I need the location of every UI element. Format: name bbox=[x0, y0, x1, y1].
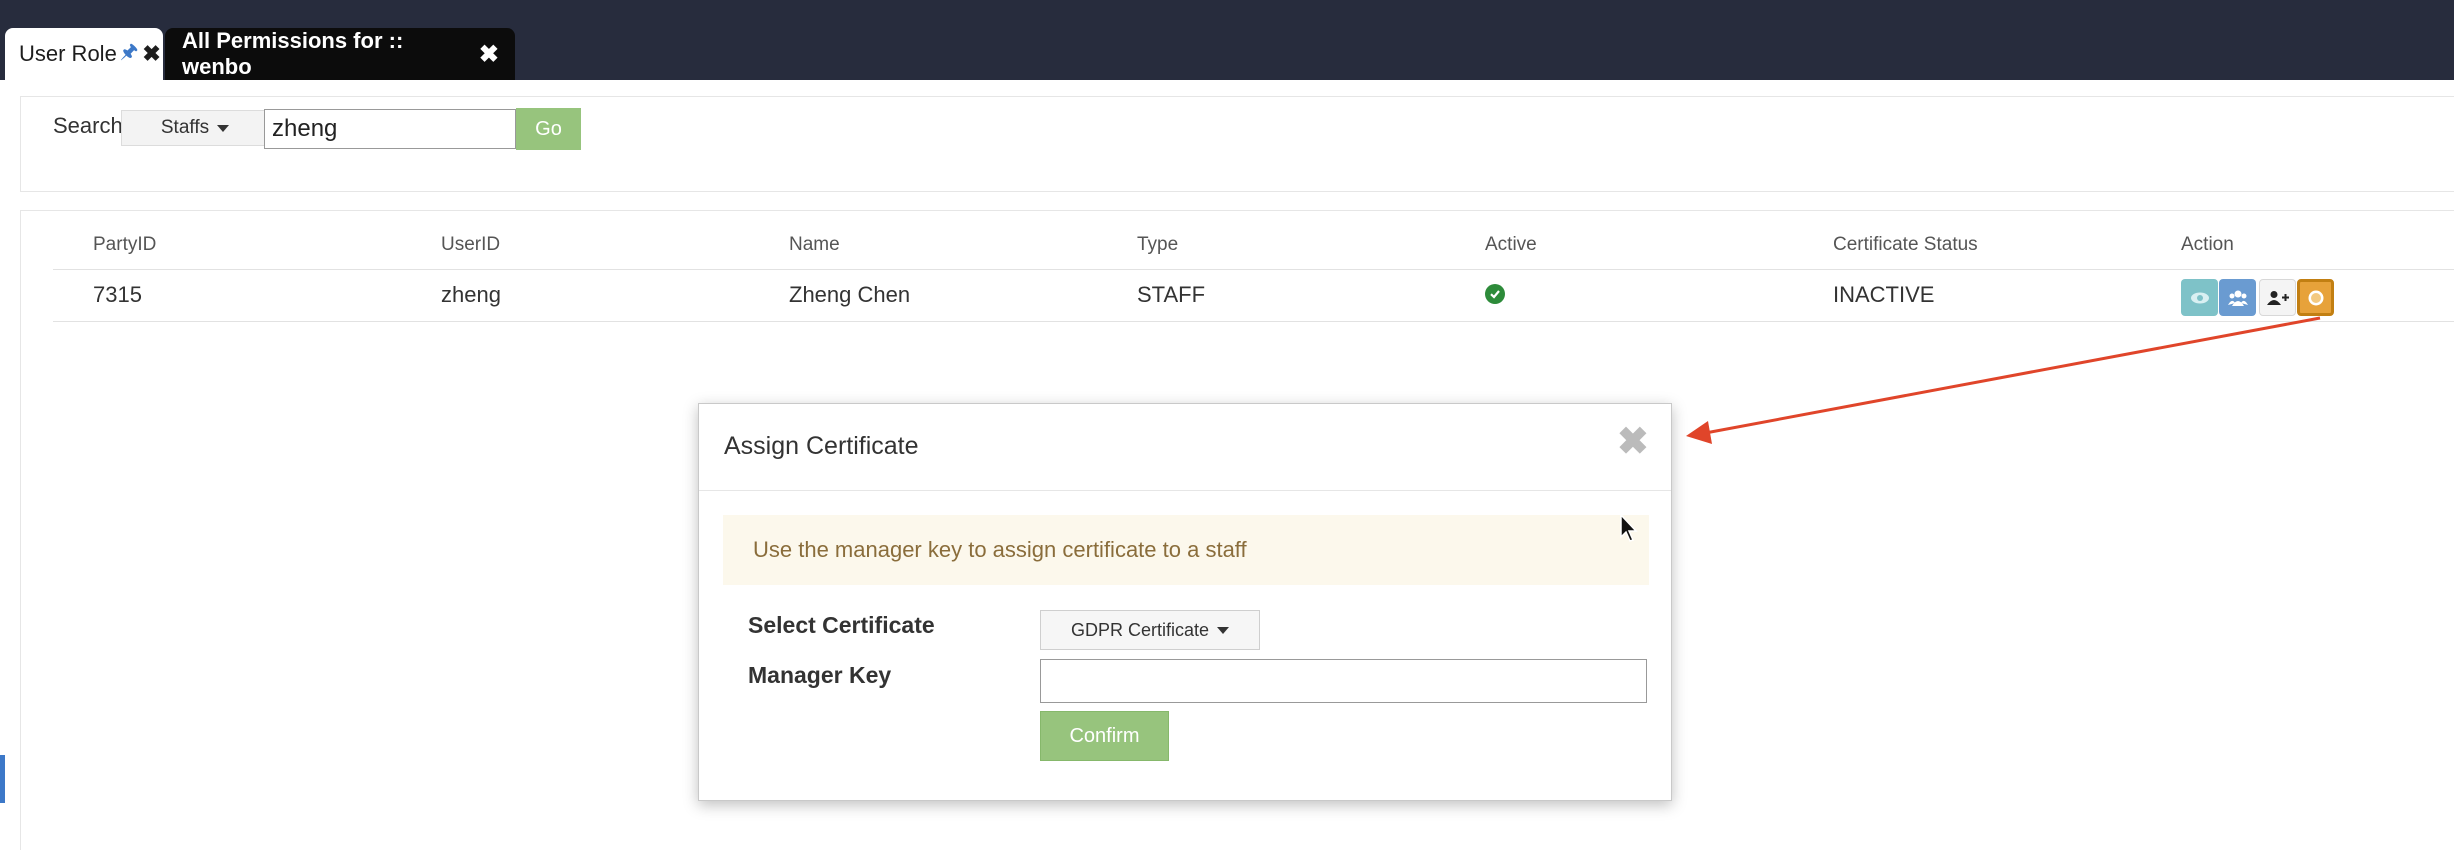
info-alert: Use the manager key to assign certificat… bbox=[723, 515, 1649, 585]
tab-label: All Permissions for :: wenbo bbox=[182, 28, 404, 79]
column-header-action: Action bbox=[2181, 234, 2234, 255]
cell-user-id: zheng bbox=[441, 282, 501, 307]
manager-key-input[interactable] bbox=[1040, 659, 1647, 703]
assign-certificate-button[interactable] bbox=[2297, 279, 2334, 316]
column-header-type[interactable]: Type bbox=[1137, 234, 1178, 256]
active-check-icon bbox=[1485, 284, 1505, 304]
left-edge-indicator bbox=[0, 755, 5, 803]
cell-certificate-status: INACTIVE bbox=[1833, 282, 1935, 307]
alert-text: Use the manager key to assign certificat… bbox=[753, 537, 1247, 562]
close-tab-icon[interactable]: ✖ bbox=[479, 40, 499, 69]
cell-party-id: 7315 bbox=[93, 282, 142, 307]
search-label: Search bbox=[53, 113, 123, 138]
column-header-certificate-status[interactable]: Certificate Status bbox=[1833, 234, 1978, 256]
roles-button[interactable] bbox=[2219, 279, 2256, 316]
row-divider bbox=[53, 321, 2454, 322]
header-divider bbox=[53, 269, 2454, 270]
tab-user-role[interactable]: User Role 🖈 ✖ bbox=[5, 28, 163, 80]
manager-key-label: Manager Key bbox=[748, 662, 892, 688]
search-input[interactable] bbox=[264, 109, 516, 149]
search-panel: Search Staffs Go bbox=[20, 96, 2454, 192]
assign-certificate-dialog: Assign Certificate ✖ Use the manager key… bbox=[698, 403, 1672, 801]
mouse-cursor-icon bbox=[1620, 513, 1638, 542]
eye-icon bbox=[2190, 292, 2209, 303]
certificate-dropdown-value: GDPR Certificate bbox=[1070, 619, 1210, 640]
select-certificate-label: Select Certificate bbox=[748, 612, 935, 638]
caret-down-icon bbox=[1217, 626, 1230, 634]
column-header-partyid[interactable]: PartyID bbox=[93, 234, 156, 256]
tab-all-permissions[interactable]: All Permissions for :: wenbo ✖ bbox=[165, 28, 515, 80]
go-button[interactable]: Go bbox=[516, 108, 581, 150]
certificate-dropdown[interactable]: GDPR Certificate bbox=[1040, 610, 1260, 650]
add-user-icon bbox=[2266, 290, 2289, 305]
cell-name: Zheng Chen bbox=[789, 282, 911, 307]
dialog-divider bbox=[699, 490, 1671, 491]
view-button[interactable] bbox=[2181, 279, 2218, 316]
confirm-button[interactable]: Confirm bbox=[1040, 711, 1169, 761]
cell-type: STAFF bbox=[1137, 282, 1206, 307]
column-header-active[interactable]: Active bbox=[1485, 234, 1537, 256]
search-filter-label: Staffs bbox=[160, 117, 210, 138]
certificate-icon bbox=[2308, 290, 2323, 305]
users-icon bbox=[2227, 290, 2248, 306]
caret-down-icon bbox=[217, 124, 230, 132]
search-filter-dropdown[interactable]: Staffs bbox=[121, 110, 269, 146]
tab-label: User Role bbox=[19, 41, 117, 66]
column-header-name[interactable]: Name bbox=[789, 234, 840, 256]
close-icon[interactable]: ✖ bbox=[1617, 423, 1649, 461]
close-tab-icon[interactable]: ✖ bbox=[142, 41, 160, 67]
dialog-title: Assign Certificate bbox=[724, 432, 919, 460]
column-header-userid[interactable]: UserID bbox=[441, 234, 500, 256]
add-user-button[interactable] bbox=[2259, 279, 2296, 316]
pin-icon[interactable]: 🖈 bbox=[120, 37, 139, 71]
